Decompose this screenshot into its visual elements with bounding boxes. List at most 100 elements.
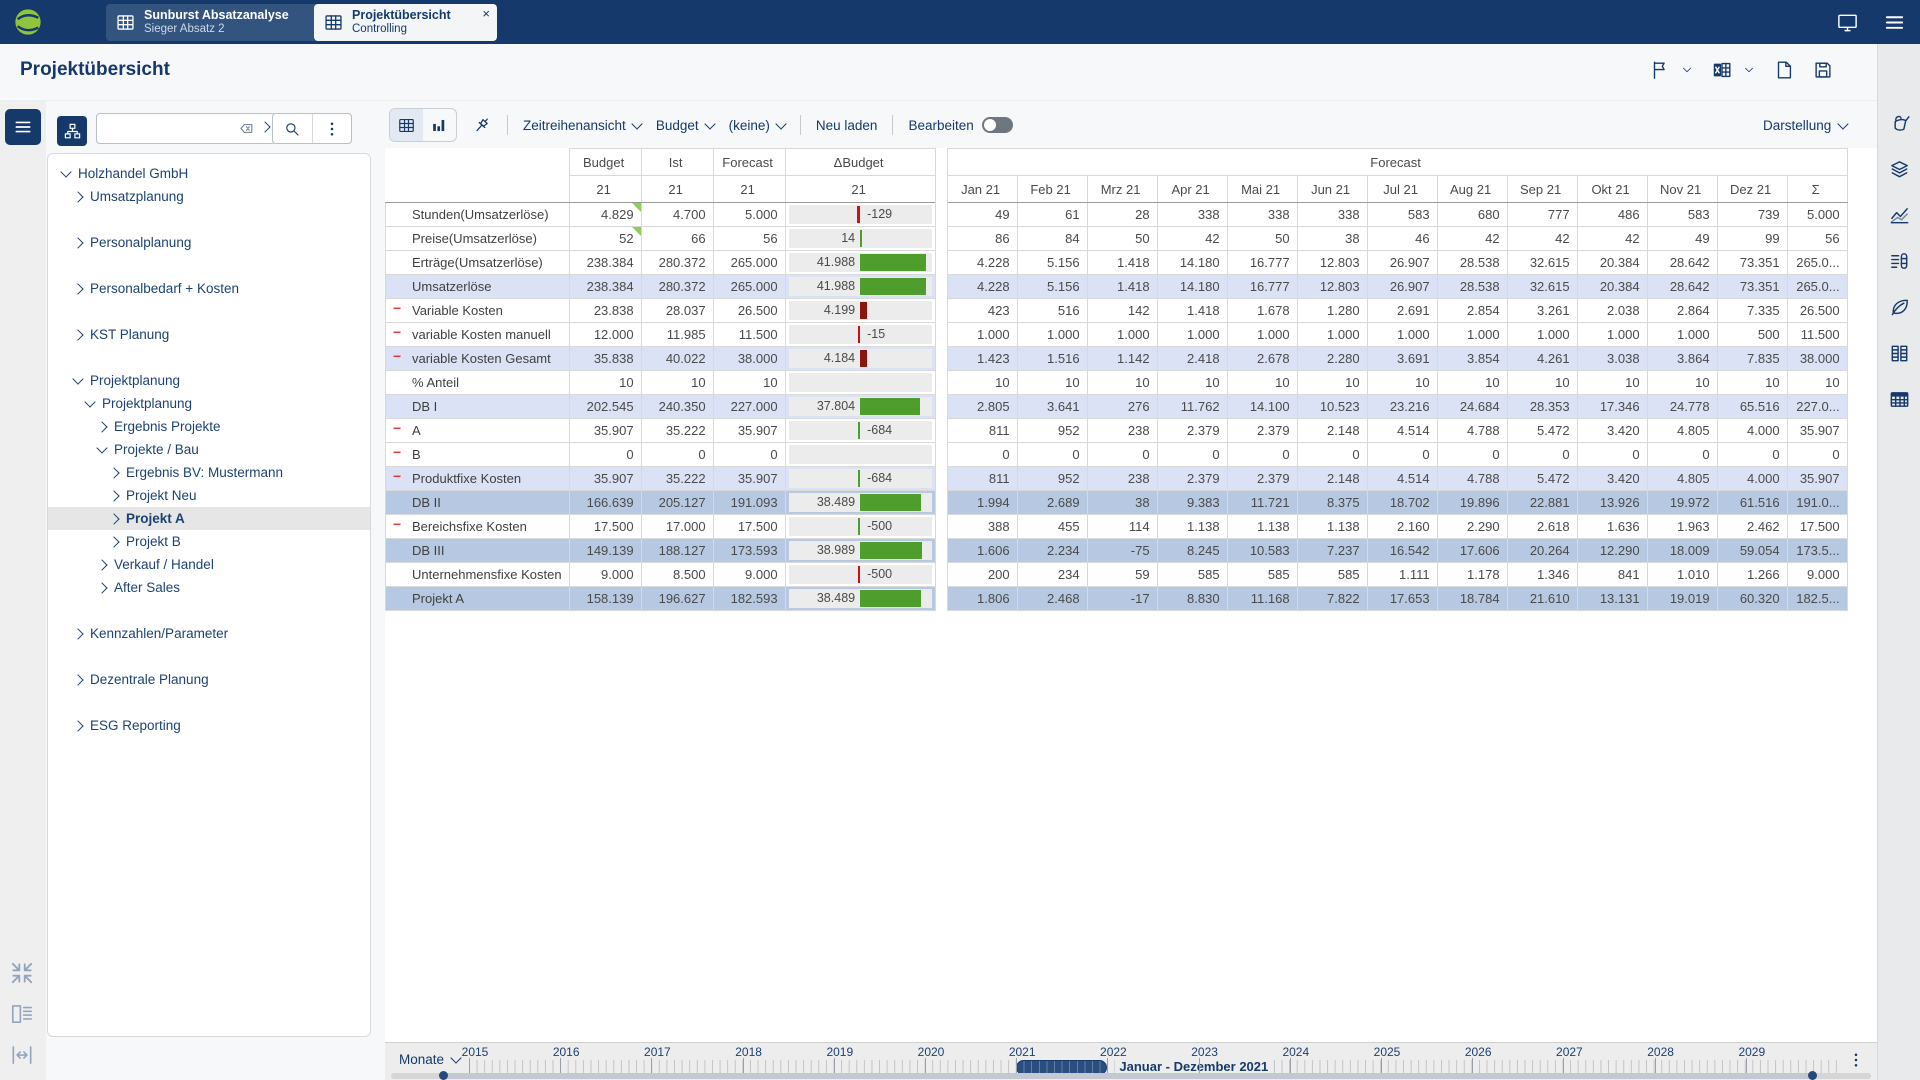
month-cell[interactable]: 28.538: [1437, 275, 1507, 299]
chevron-down-icon[interactable]: [259, 121, 270, 132]
month-cell[interactable]: 114: [1087, 515, 1157, 539]
month-cell[interactable]: 50: [1227, 227, 1297, 251]
month-cell[interactable]: 42: [1577, 227, 1647, 251]
value-cell[interactable]: 35.838: [569, 347, 641, 371]
month-cell[interactable]: 1.138: [1157, 515, 1227, 539]
month-cell[interactable]: 28.538: [1437, 251, 1507, 275]
month-cell[interactable]: 3.261: [1507, 299, 1577, 323]
month-cell[interactable]: 84: [1017, 227, 1087, 251]
tree-item-projektplanung[interactable]: Projektplanung: [48, 392, 370, 415]
row-label[interactable]: Stunden(Umsatzerlöse): [386, 203, 570, 227]
month-cell[interactable]: 24.778: [1647, 395, 1717, 419]
tree-item-holzhandel-gmbh[interactable]: Holzhandel GmbH: [48, 162, 370, 185]
month-cell[interactable]: -17: [1087, 587, 1157, 611]
month-cell[interactable]: 17.500: [1787, 515, 1847, 539]
month-cell[interactable]: 20.384: [1577, 275, 1647, 299]
month-cell[interactable]: 455: [1017, 515, 1087, 539]
month-cell[interactable]: 3.864: [1647, 347, 1717, 371]
chevron-right-icon[interactable]: [72, 720, 83, 731]
tree-item-kst-planung[interactable]: KST Planung: [48, 323, 370, 346]
month-cell[interactable]: 1.606: [947, 539, 1017, 563]
month-cell[interactable]: 20.384: [1577, 251, 1647, 275]
month-cell[interactable]: 1.010: [1647, 563, 1717, 587]
search-button[interactable]: [273, 114, 312, 143]
tree-item-projekte-bau[interactable]: Projekte / Bau: [48, 438, 370, 461]
month-cell[interactable]: 86: [947, 227, 1017, 251]
row-label[interactable]: Erträge(Umsatzerlöse): [386, 251, 570, 275]
value-cell[interactable]: 23.838: [569, 299, 641, 323]
month-cell[interactable]: 238: [1087, 467, 1157, 491]
month-cell[interactable]: 2.234: [1017, 539, 1087, 563]
month-cell[interactable]: 2.290: [1437, 515, 1507, 539]
month-cell[interactable]: 2.379: [1227, 419, 1297, 443]
month-cell[interactable]: 585: [1297, 563, 1367, 587]
value-cell[interactable]: 280.372: [641, 251, 713, 275]
chevron-down-icon[interactable]: [60, 166, 71, 177]
month-cell[interactable]: 20.264: [1507, 539, 1577, 563]
chevron-right-icon[interactable]: [72, 674, 83, 685]
month-cell[interactable]: 516: [1017, 299, 1087, 323]
month-cell[interactable]: 1.516: [1017, 347, 1087, 371]
month-cell[interactable]: 7.835: [1717, 347, 1787, 371]
chevron-right-icon[interactable]: [108, 467, 119, 478]
delta-cell[interactable]: -129: [785, 203, 935, 227]
chevron-right-icon[interactable]: [108, 513, 119, 524]
value-cell[interactable]: 35.222: [641, 419, 713, 443]
month-cell[interactable]: 811: [947, 419, 1017, 443]
month-cell[interactable]: 12.803: [1297, 251, 1367, 275]
month-cell[interactable]: 38: [1087, 491, 1157, 515]
month-cell[interactable]: 11.721: [1227, 491, 1297, 515]
fit-width-icon[interactable]: [9, 1042, 35, 1068]
month-cell[interactable]: 338: [1227, 203, 1297, 227]
month-cell[interactable]: 7.335: [1717, 299, 1787, 323]
month-cell[interactable]: 2.854: [1437, 299, 1507, 323]
month-cell[interactable]: 11.168: [1227, 587, 1297, 611]
list-filter-icon[interactable]: [1888, 250, 1911, 273]
month-cell[interactable]: 10: [1157, 371, 1227, 395]
month-cell[interactable]: 777: [1507, 203, 1577, 227]
month-cell[interactable]: 1.000: [1017, 323, 1087, 347]
delta-cell[interactable]: -500: [785, 515, 935, 539]
month-cell[interactable]: 4.514: [1367, 419, 1437, 443]
row-label[interactable]: −Variable Kosten: [386, 299, 570, 323]
month-cell[interactable]: 14.180: [1157, 275, 1227, 299]
timeline-scrollbar[interactable]: [391, 1073, 1871, 1079]
month-cell[interactable]: 1.963: [1647, 515, 1717, 539]
month-cell[interactable]: 14.100: [1227, 395, 1297, 419]
sidebar-menu-button[interactable]: [5, 109, 41, 145]
month-cell[interactable]: 338: [1297, 203, 1367, 227]
month-cell[interactable]: 338: [1157, 203, 1227, 227]
value-cell[interactable]: 188.127: [641, 539, 713, 563]
delta-cell[interactable]: [785, 443, 935, 467]
delta-cell[interactable]: 41.988: [785, 275, 935, 299]
month-cell[interactable]: 12.290: [1577, 539, 1647, 563]
month-cell[interactable]: 7.237: [1297, 539, 1367, 563]
value-cell[interactable]: 35.907: [713, 419, 785, 443]
reload-button[interactable]: Neu laden: [816, 118, 878, 133]
month-cell[interactable]: 0: [1367, 443, 1437, 467]
value-cell[interactable]: 35.907: [569, 467, 641, 491]
timeline-scroll-thumb[interactable]: [443, 1073, 1813, 1079]
tree-item-ergebnis-bv-mustermann[interactable]: Ergebnis BV: Mustermann: [48, 461, 370, 484]
month-cell[interactable]: 38.000: [1787, 347, 1847, 371]
delta-cell[interactable]: 4.199: [785, 299, 935, 323]
month-cell[interactable]: 1.000: [1087, 323, 1157, 347]
month-cell[interactable]: 10: [947, 371, 1017, 395]
month-cell[interactable]: 5.000: [1787, 203, 1847, 227]
month-cell[interactable]: 3.038: [1577, 347, 1647, 371]
month-cell[interactable]: 5.156: [1017, 275, 1087, 299]
month-cell[interactable]: 585: [1157, 563, 1227, 587]
month-cell[interactable]: 9.383: [1157, 491, 1227, 515]
month-cell[interactable]: 811: [947, 467, 1017, 491]
month-cell[interactable]: 10: [1087, 371, 1157, 395]
delta-cell[interactable]: 4.184: [785, 347, 935, 371]
flag-icon[interactable]: [1649, 59, 1671, 81]
month-cell[interactable]: 1.000: [1507, 323, 1577, 347]
delta-cell[interactable]: 38.489: [785, 491, 935, 515]
month-cell[interactable]: 1.678: [1227, 299, 1297, 323]
row-label[interactable]: Umsatzerlöse: [386, 275, 570, 299]
delta-cell[interactable]: 38.989: [785, 539, 935, 563]
value-cell[interactable]: 28.037: [641, 299, 713, 323]
month-cell[interactable]: 32.615: [1507, 275, 1577, 299]
month-cell[interactable]: 0: [1227, 443, 1297, 467]
